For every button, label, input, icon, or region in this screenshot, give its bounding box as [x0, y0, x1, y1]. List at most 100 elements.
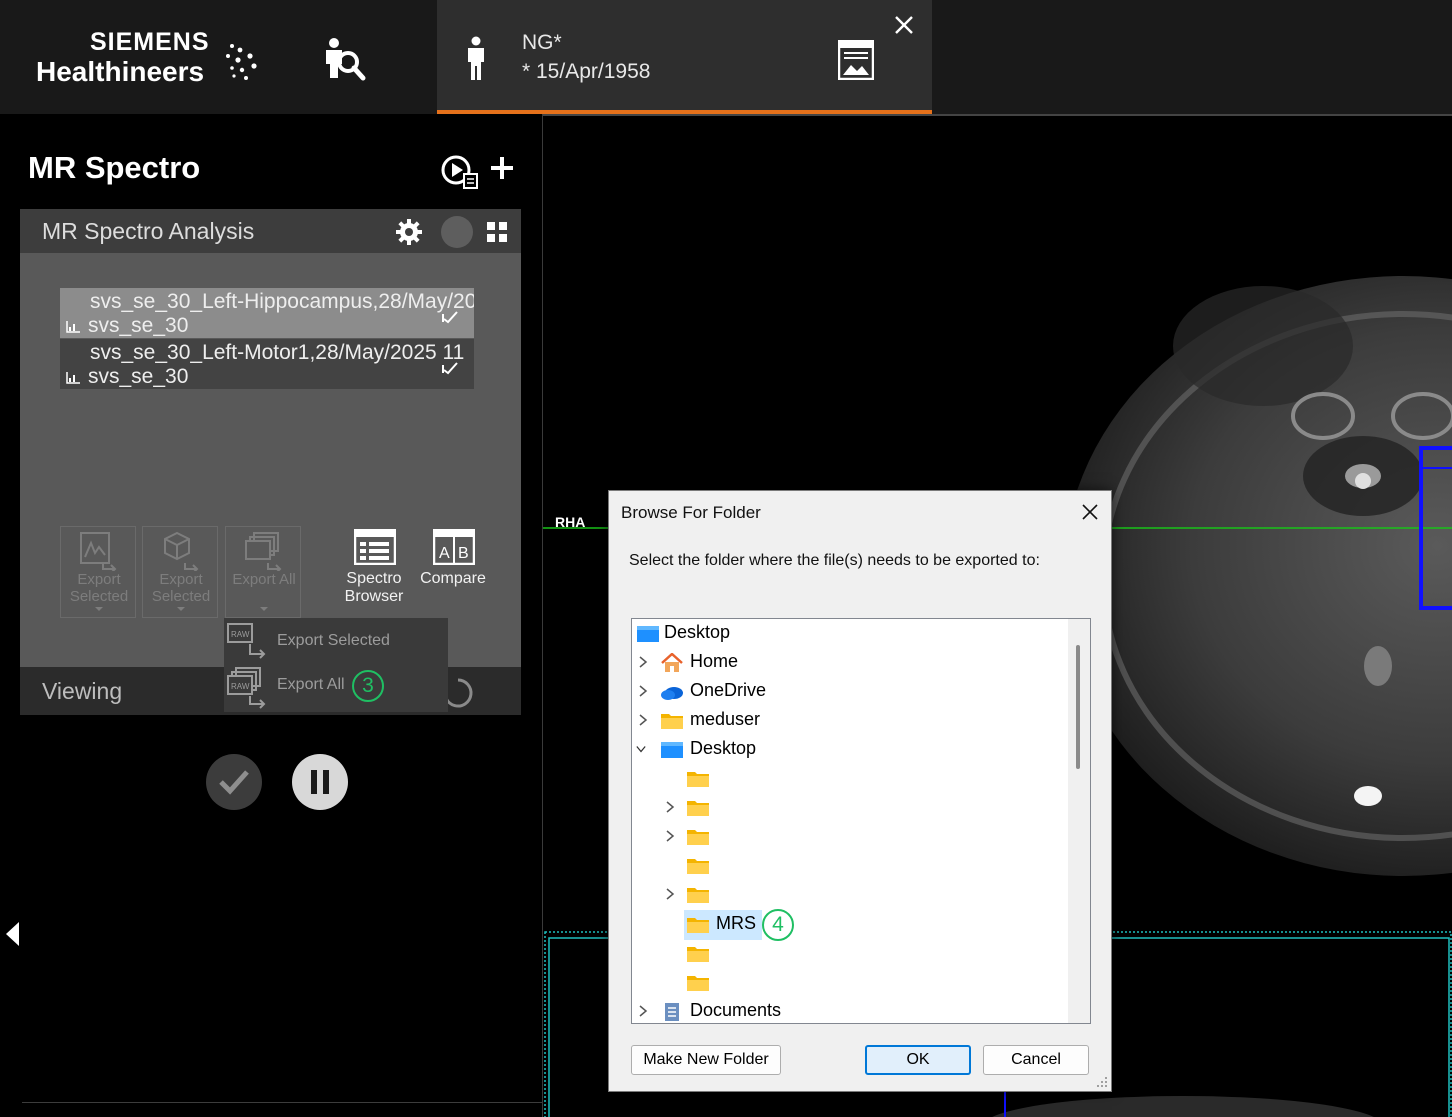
documents-icon: [665, 1003, 679, 1021]
export-dropdown-menu: RAW Export Selected RAW Export All 3: [224, 618, 448, 712]
compare-button[interactable]: A B Compare: [413, 526, 493, 618]
divider: [22, 1102, 542, 1103]
pause-icon: [311, 770, 329, 794]
chevron-right-icon[interactable]: [638, 1005, 648, 1017]
viewing-label: Viewing: [42, 678, 123, 704]
chevron-right-icon[interactable]: [665, 888, 675, 900]
patient-browser-icon[interactable]: [320, 36, 366, 82]
patient-name: NG*: [522, 31, 562, 54]
tree-item[interactable]: [632, 822, 1072, 851]
svg-text:RAW: RAW: [231, 682, 250, 691]
spectrum-icon: [66, 321, 80, 333]
export-cube-icon: [164, 531, 199, 571]
person-icon: [468, 36, 484, 80]
scrollbar-thumb[interactable]: [1076, 645, 1080, 769]
chevron-down-icon: [260, 607, 268, 611]
export-selected-button[interactable]: Export Selected: [60, 526, 136, 618]
patient-tab[interactable]: NG* * 15/Apr/1958: [437, 0, 932, 114]
tree-item-label: Home: [690, 651, 739, 671]
make-new-folder-button[interactable]: Make New Folder: [631, 1045, 781, 1075]
gear-icon[interactable]: [396, 219, 422, 245]
desktop-icon: [637, 626, 659, 642]
svg-text:B: B: [458, 545, 469, 562]
compare-label: Compare: [420, 570, 486, 587]
tree-item[interactable]: [632, 851, 1072, 880]
logo-dots-icon: [226, 44, 257, 80]
chevron-right-icon[interactable]: [638, 714, 648, 726]
export-selected-3d-button[interactable]: Export Selected: [142, 526, 218, 618]
folder-icon: [687, 947, 709, 962]
menu-item-export-all[interactable]: RAW Export All 3: [224, 664, 448, 709]
folder-icon: [687, 918, 709, 933]
export-spectrum-icon: [80, 532, 117, 571]
export-selected-label: Export Selected: [69, 571, 129, 605]
tree-item-mrs[interactable]: MRS 4: [632, 909, 1072, 941]
series-name: svs_se_30_Left-Motor1,28/May/2025 11: [90, 341, 465, 364]
chevron-right-icon[interactable]: [665, 801, 675, 813]
cancel-button[interactable]: Cancel: [983, 1045, 1089, 1075]
folder-icon: [687, 976, 709, 991]
chevron-down-icon: [177, 607, 185, 611]
folder-icon: [687, 888, 709, 903]
spectro-browser-button[interactable]: Spectro Browser: [334, 526, 414, 618]
folder-icon: [687, 830, 709, 845]
chevron-right-icon[interactable]: [665, 830, 675, 842]
collapse-panel-icon[interactable]: [6, 922, 19, 946]
play-list-icon[interactable]: [440, 154, 478, 190]
svg-text:A: A: [439, 545, 450, 562]
close-tab-icon[interactable]: [893, 14, 915, 36]
tree-item-label: Desktop: [664, 622, 731, 642]
layout-grid-icon[interactable]: [487, 222, 507, 242]
logo-line-1: SIEMENS: [90, 28, 210, 56]
add-icon[interactable]: [490, 156, 514, 180]
patient-dob: * 15/Apr/1958: [522, 60, 651, 83]
series-item[interactable]: svs_se_30_Left-Hippocampus,28/May/2025 1…: [60, 288, 474, 338]
tree-item[interactable]: [632, 968, 1072, 997]
folder-icon: [687, 801, 709, 816]
folder-icon: [687, 772, 709, 787]
browse-folder-dialog: Browse For Folder Select the folder wher…: [608, 490, 1112, 1092]
close-icon[interactable]: [1081, 503, 1099, 521]
hand-tool-icon[interactable]: [441, 216, 473, 248]
folder-tree[interactable]: Desktop Home OneDrive meduser Desktop MR…: [631, 618, 1091, 1024]
resize-grip-icon[interactable]: [1095, 1075, 1109, 1089]
report-icon[interactable]: [838, 40, 874, 80]
folder-icon: [661, 714, 683, 729]
svg-text:RAW: RAW: [231, 630, 250, 639]
chevron-right-icon[interactable]: [638, 685, 648, 697]
check-icon: [442, 362, 458, 375]
tree-item[interactable]: Home: [632, 648, 1072, 677]
chevron-right-icon[interactable]: [638, 656, 648, 668]
export-all-button[interactable]: Export All: [225, 526, 301, 618]
tree-item[interactable]: meduser: [632, 706, 1072, 735]
export-selected-label: Export Selected: [151, 571, 211, 605]
logo-line-2: Healthineers: [36, 56, 205, 87]
dialog-title: Browse For Folder: [621, 503, 761, 522]
pause-button[interactable]: [292, 754, 348, 810]
series-item[interactable]: svs_se_30_Left-Motor1,28/May/2025 11 svs…: [60, 339, 474, 389]
tree-item-label: MRS: [716, 913, 756, 933]
orientation-label: RHA: [555, 514, 586, 530]
menu-item-export-selected[interactable]: RAW Export Selected: [224, 620, 448, 664]
tree-item[interactable]: [632, 793, 1072, 822]
chevron-down-icon[interactable]: [636, 743, 646, 755]
tree-item-label: Documents: [690, 1000, 782, 1020]
tree-item[interactable]: Desktop: [632, 735, 1072, 764]
tree-item[interactable]: [632, 939, 1072, 968]
export-all-label: Export All: [232, 571, 296, 588]
tree-item[interactable]: OneDrive: [632, 677, 1072, 706]
export-raw-icon: RAW: [227, 623, 266, 659]
tree-item[interactable]: [632, 880, 1072, 909]
ok-button[interactable]: OK: [865, 1045, 971, 1075]
tree-item[interactable]: Desktop: [632, 619, 1072, 648]
siemens-healthineers-logo: SIEMENS Healthineers: [36, 28, 266, 92]
tree-item-label: Desktop: [690, 738, 757, 758]
series-name: svs_se_30_Left-Hippocampus,28/May/2025 1…: [90, 290, 474, 313]
top-bar: SIEMENS Healthineers NG* * 15/Apr/1958: [0, 0, 1452, 114]
tree-item[interactable]: Documents: [632, 997, 1072, 1023]
desktop-icon: [661, 742, 683, 758]
tree-item-label: OneDrive: [690, 680, 767, 700]
tree-item[interactable]: [632, 764, 1072, 793]
checkmark-icon: [219, 770, 249, 795]
confirm-button[interactable]: [206, 754, 262, 810]
